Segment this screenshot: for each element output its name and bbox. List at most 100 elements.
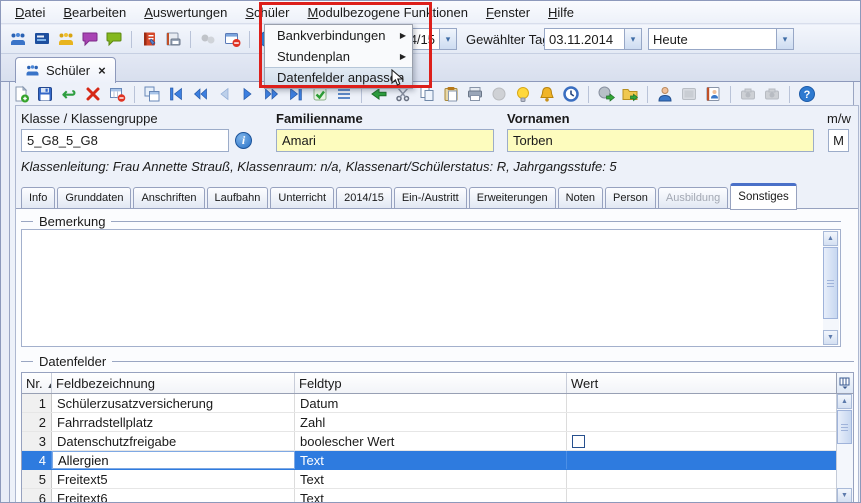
column-header-feldbezeichnung[interactable]: Feldbezeichnung (52, 373, 295, 393)
catalog-red-icon[interactable] (138, 29, 160, 49)
datenfelder-table: Nr.▲ Feldbezeichnung Feldtyp Wert 1 Schü… (21, 372, 854, 503)
sex-value-box[interactable]: M (828, 129, 849, 152)
tab-2014-15[interactable]: 2014/15 (336, 187, 392, 209)
tab-ein-austritt[interactable]: Ein-/Austritt (394, 187, 467, 209)
menuitem-stundenplan[interactable]: Stundenplan ▶ (265, 46, 412, 67)
tab-anschriften[interactable]: Anschriften (133, 187, 204, 209)
persons-icon[interactable] (55, 29, 77, 49)
student-file-icon[interactable] (702, 84, 724, 104)
students-icon[interactable] (7, 29, 29, 49)
close-icon[interactable]: × (98, 63, 106, 78)
menu-bearbeiten[interactable]: Bearbeiten (54, 2, 135, 23)
class-input[interactable]: 5_G8_5_G8 (21, 129, 229, 152)
chevron-down-icon[interactable]: ▾ (624, 29, 641, 49)
student-photo-icon[interactable] (654, 84, 676, 104)
table-row[interactable]: 2 Fahrradstellplatz Zahl (22, 413, 853, 432)
save-icon[interactable] (34, 84, 56, 104)
bemerkung-scrollbar[interactable]: ▲ ▼ (823, 231, 839, 345)
scroll-down-icon[interactable]: ▼ (823, 330, 838, 345)
cell-nr: 2 (22, 413, 52, 431)
window-remove-icon[interactable] (221, 29, 243, 49)
web-export-icon[interactable] (595, 84, 617, 104)
students-icon (25, 63, 40, 78)
menu-modulbezogene-funktionen[interactable]: Modulbezogene Funktionen (298, 2, 476, 23)
column-header-nr[interactable]: Nr.▲ (22, 373, 52, 393)
reminder-bell-icon[interactable] (536, 84, 558, 104)
table-row[interactable]: 5 Freitext5 Text (22, 470, 853, 489)
menu-datei[interactable]: Datei (6, 2, 54, 23)
selected-day-combobox[interactable]: 03.11.2014 ▾ (544, 28, 642, 50)
nav-first-icon[interactable] (165, 84, 187, 104)
tab-unterricht[interactable]: Unterricht (270, 187, 334, 209)
table-row[interactable]: 6 Freitext6 Text (22, 489, 853, 503)
catalog-print-icon[interactable] (162, 29, 184, 49)
tab-noten[interactable]: Noten (558, 187, 603, 209)
cell-wert (567, 413, 837, 431)
tab-laufbahn[interactable]: Laufbahn (207, 187, 269, 209)
tab-info[interactable]: Info (21, 187, 55, 209)
tab-sonstiges[interactable]: Sonstiges (730, 183, 797, 210)
classes-icon[interactable] (31, 29, 53, 49)
table-row[interactable]: 1 Schülerzusatzversicherung Datum (22, 394, 853, 413)
firstname-input[interactable]: Torben (507, 129, 814, 152)
scroll-up-icon[interactable]: ▲ (823, 231, 838, 246)
scrollbar-thumb[interactable] (823, 247, 838, 319)
camera-1-icon[interactable] (737, 84, 759, 104)
selected-day-value: 03.11.2014 (545, 29, 624, 49)
column-header-wert[interactable]: Wert (567, 373, 837, 393)
camera-2-icon[interactable] (761, 84, 783, 104)
delete-icon[interactable] (82, 84, 104, 104)
class-teacher-info: Klassenleitung: Frau Annette Strauß, Kla… (21, 159, 617, 174)
tab-erweiterungen[interactable]: Erweiterungen (469, 187, 556, 209)
column-chooser-button[interactable] (836, 373, 853, 394)
scroll-up-icon[interactable]: ▲ (837, 394, 852, 409)
chevron-down-icon[interactable]: ▾ (439, 29, 456, 49)
copy-icon[interactable] (416, 84, 438, 104)
toolbar-separator (789, 86, 790, 103)
print-icon[interactable] (464, 84, 486, 104)
cell-wert (567, 432, 837, 450)
nav-prev-fast-icon[interactable] (189, 84, 211, 104)
cell-feldbezeichnung: Datenschutzfreigabe (52, 432, 295, 450)
hands-icon[interactable] (197, 29, 219, 49)
comment-purple-icon[interactable] (79, 29, 101, 49)
menuitem-bankverbindungen[interactable]: Bankverbindungen ▶ (265, 25, 412, 46)
menuitem-datenfelder-anpassen[interactable]: Datenfelder anpassen (265, 67, 412, 88)
class-info-icon[interactable]: i (235, 132, 252, 149)
checkbox-unchecked[interactable] (572, 435, 585, 448)
hint-bulb-icon[interactable] (512, 84, 534, 104)
tab-person[interactable]: Person (605, 187, 656, 209)
scroll-down-icon[interactable]: ▼ (837, 488, 852, 503)
nav-prev-icon[interactable] (213, 84, 235, 104)
menu-fenster[interactable]: Fenster (477, 2, 539, 23)
alarm-clock-icon[interactable] (560, 84, 582, 104)
grid-remove-icon[interactable] (106, 84, 128, 104)
menu-auswertungen[interactable]: Auswertungen (135, 2, 236, 23)
column-header-feldtyp[interactable]: Feldtyp (295, 373, 567, 393)
selected-day-label: Gewählter Tag (466, 32, 550, 47)
help-icon[interactable]: ? (796, 84, 818, 104)
comment-green-icon[interactable] (103, 29, 125, 49)
photo-card-icon[interactable] (678, 84, 700, 104)
table-row-selected[interactable]: 4 Allergien Text (22, 451, 853, 470)
surname-input[interactable]: Amari (276, 129, 494, 152)
bemerkung-textarea[interactable]: ▲ ▼ (21, 229, 841, 347)
day-mode-combobox[interactable]: Heute ▾ (648, 28, 794, 50)
undo-icon[interactable]: ↩ (58, 84, 80, 104)
table-row[interactable]: 3 Datenschutzfreigabe boolescher Wert (22, 432, 853, 451)
nav-next-icon[interactable] (237, 84, 259, 104)
new-record-icon[interactable] (10, 84, 32, 104)
menu-schueler[interactable]: Schüler (236, 2, 298, 23)
paste-icon[interactable] (440, 84, 462, 104)
chevron-down-icon[interactable]: ▾ (776, 29, 793, 49)
scrollbar-thumb[interactable] (837, 410, 852, 444)
record-gray-icon[interactable] (488, 84, 510, 104)
folder-export-icon[interactable] (619, 84, 641, 104)
cell-feldbezeichnung-editing[interactable]: Allergien (52, 451, 295, 469)
menu-hilfe[interactable]: Hilfe (539, 2, 583, 23)
tab-schueler[interactable]: Schüler × (15, 57, 116, 83)
tab-grunddaten[interactable]: Grunddaten (57, 187, 131, 209)
toolbar-separator (249, 31, 250, 48)
copy-grid-icon[interactable] (141, 84, 163, 104)
table-scrollbar[interactable]: ▲ ▼ (836, 394, 853, 503)
